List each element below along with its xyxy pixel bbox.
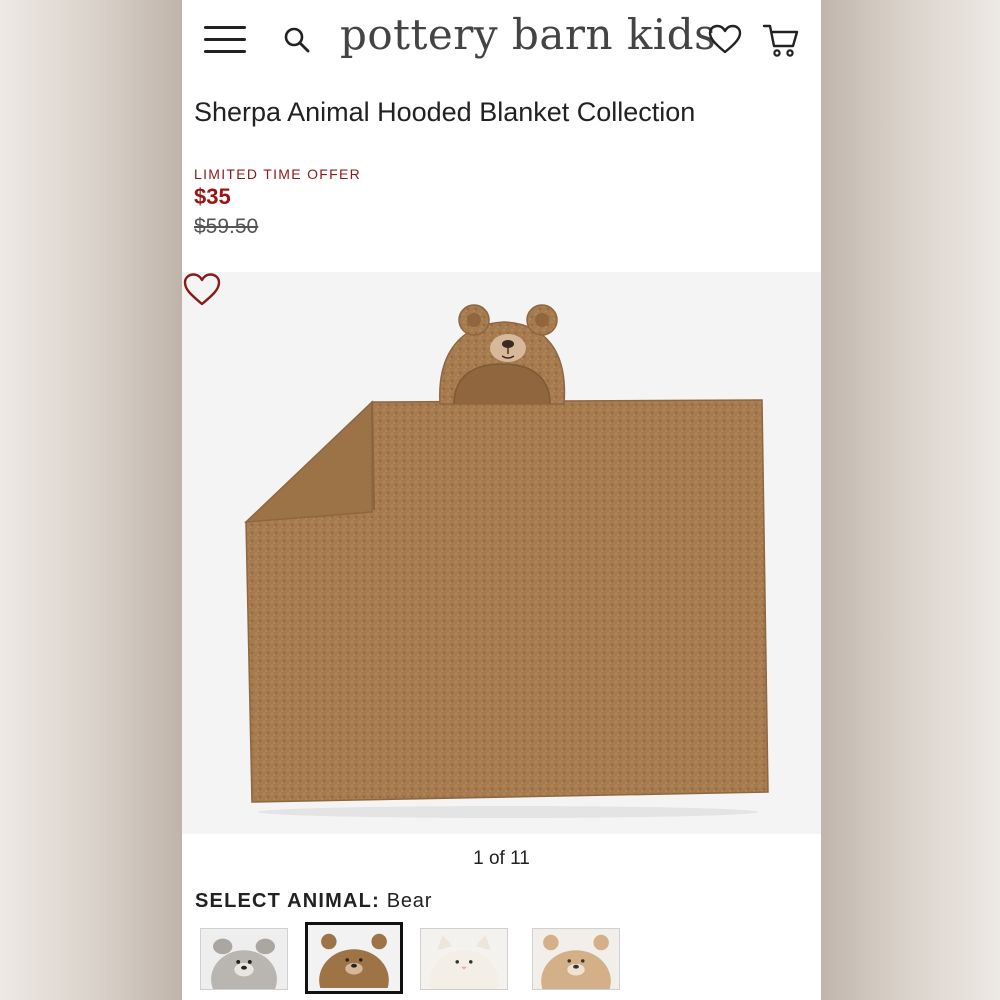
background-blur-left xyxy=(0,0,182,1000)
swatch-bunny-gray[interactable] xyxy=(200,928,288,990)
image-pager: 1 of 11 xyxy=(473,848,530,869)
swatch-cat[interactable] xyxy=(420,928,508,990)
background-blur-right xyxy=(818,0,1000,1000)
select-animal-heading: SELECT ANIMAL: xyxy=(195,890,380,912)
heart-icon[interactable] xyxy=(708,24,742,56)
select-animal-label: SELECT ANIMAL: Bear xyxy=(195,890,432,913)
gray-bunny-image xyxy=(201,929,287,989)
product-title: Sherpa Animal Hooded Blanket Collection xyxy=(194,97,696,127)
cart-icon[interactable] xyxy=(762,22,800,58)
favorite-heart-icon[interactable] xyxy=(182,272,222,308)
site-header: pottery barn kids xyxy=(182,0,821,80)
offer-label: LIMITED TIME OFFER xyxy=(194,166,362,182)
cat-image xyxy=(421,929,507,989)
original-price: $59.50 xyxy=(194,215,259,238)
tan-teddy-image xyxy=(533,929,619,989)
bear-blanket-illustration xyxy=(243,304,769,818)
swatch-bear[interactable] xyxy=(305,922,403,994)
swatch-teddy-tan[interactable] xyxy=(532,928,620,990)
site-logo[interactable]: pottery barn kids xyxy=(340,10,716,59)
sale-price: $35 xyxy=(194,184,231,209)
selected-animal: Bear xyxy=(386,890,433,912)
bear-image xyxy=(311,928,397,988)
search-icon[interactable] xyxy=(282,25,312,55)
product-image[interactable] xyxy=(182,272,821,834)
menu-icon[interactable] xyxy=(204,26,246,54)
product-page: pottery barn kids Sherpa Animal Hooded B… xyxy=(182,0,821,1000)
